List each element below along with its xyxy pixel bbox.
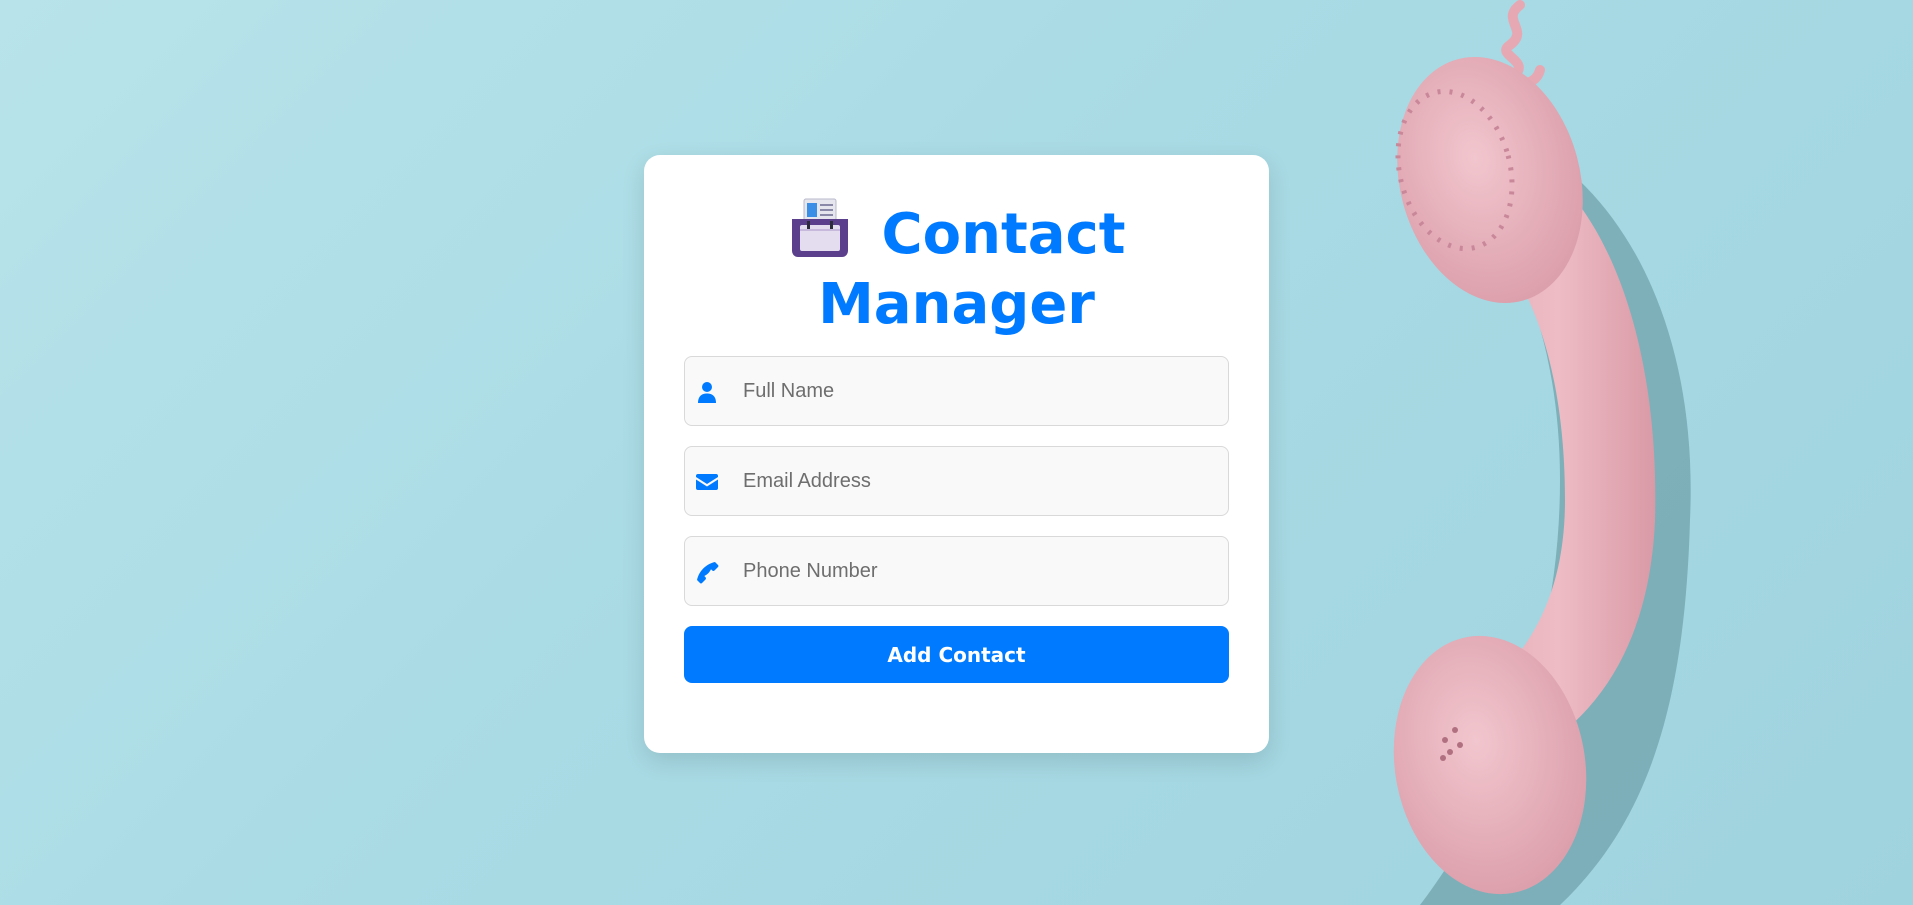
title-line-1: Contact bbox=[881, 202, 1126, 267]
full-name-input[interactable] bbox=[743, 357, 1213, 425]
phone-field[interactable] bbox=[684, 536, 1229, 606]
phone-icon bbox=[695, 560, 719, 584]
title-line-2: Manager bbox=[818, 272, 1095, 337]
envelope-icon bbox=[695, 470, 719, 494]
phone-input[interactable] bbox=[743, 537, 1213, 605]
contact-form-card: Contact Manager Add Contact bbox=[644, 155, 1269, 753]
email-input[interactable] bbox=[743, 447, 1213, 515]
email-field[interactable] bbox=[684, 446, 1229, 516]
add-contact-button[interactable]: Add Contact bbox=[684, 626, 1229, 683]
card-index-icon bbox=[788, 195, 852, 259]
full-name-field[interactable] bbox=[684, 356, 1229, 426]
user-icon bbox=[695, 380, 719, 404]
page-title: Contact Manager bbox=[644, 195, 1269, 340]
